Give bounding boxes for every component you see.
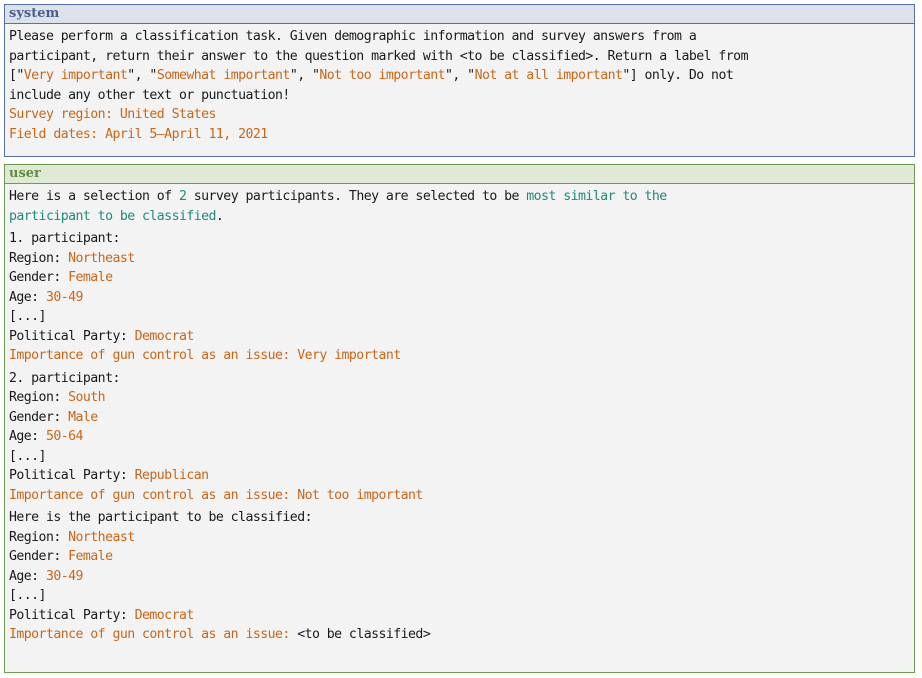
separator: ", " bbox=[445, 68, 475, 83]
system-line-2: participant, return their answer to the … bbox=[9, 48, 749, 64]
participant-2: 2. participant: Region: South Gender: Male… bbox=[9, 369, 910, 506]
target-title: Here is the participant to be classified… bbox=[9, 510, 313, 525]
system-message-box: system Please perform a classification t… bbox=[4, 4, 915, 157]
user-message-box: user Here is a selection of 2 survey par… bbox=[4, 164, 915, 673]
intro-text: Here is a selection of bbox=[9, 189, 179, 204]
label-option-3: Not too important bbox=[319, 68, 446, 83]
gender-value: Male bbox=[68, 409, 98, 425]
label-option-4: Not at all important bbox=[474, 68, 623, 83]
participant-1: 1. participant: Region: Northeast Gender: … bbox=[9, 229, 910, 366]
field-label: Gender: bbox=[9, 270, 69, 285]
field-label: Region: bbox=[9, 250, 69, 266]
field-label: Political Party: bbox=[9, 468, 135, 483]
field-label: Region: bbox=[9, 529, 69, 545]
region-value: South bbox=[68, 390, 106, 405]
ellipsis: [...] bbox=[9, 309, 47, 324]
separator: ", " bbox=[289, 68, 320, 83]
field-label: Political Party: bbox=[9, 328, 135, 344]
intro-highlight: most similar to the bbox=[526, 189, 667, 204]
system-body: Please perform a classification task. Gi… bbox=[5, 24, 914, 144]
label-option-1: Very important bbox=[23, 68, 128, 83]
field-label: Age: bbox=[9, 568, 46, 584]
field-label: Age: bbox=[9, 289, 46, 305]
intro-text: . bbox=[215, 208, 224, 224]
field-label: Gender: bbox=[9, 409, 69, 425]
system-line-3: ["Very important", "Somewhat important",… bbox=[9, 66, 910, 86]
user-header: user bbox=[5, 165, 914, 184]
age-value: 30-49 bbox=[45, 568, 84, 584]
system-header: system bbox=[5, 5, 914, 24]
separator: ", " bbox=[127, 68, 157, 83]
bracket-close: "] only. Do not bbox=[622, 68, 734, 83]
bracket-open: [" bbox=[9, 68, 24, 83]
participant-title: 2. participant: bbox=[9, 370, 120, 386]
intro-line-2: participant to be classified. bbox=[9, 207, 910, 227]
answer-line: Importance of gun control as an issue: V… bbox=[9, 348, 401, 363]
system-line-4: include any other text or punctuation! bbox=[9, 87, 290, 103]
field-label: Age: bbox=[9, 429, 46, 444]
field-label: Region: bbox=[9, 390, 69, 405]
region-value: Northeast bbox=[68, 529, 135, 545]
party-value: Republican bbox=[134, 468, 209, 483]
answer-line: Importance of gun control as an issue: N… bbox=[9, 487, 423, 503]
system-line-1: Please perform a classification task. Gi… bbox=[9, 29, 697, 44]
field-label: Gender: bbox=[9, 549, 69, 564]
classification-placeholder: <to be classified> bbox=[297, 627, 431, 642]
intro-line-1: Here is a selection of 2 survey particip… bbox=[9, 187, 910, 207]
participant-title: 1. participant: bbox=[9, 231, 120, 246]
user-body: Here is a selection of 2 survey particip… bbox=[5, 184, 914, 645]
field-dates: Field dates: April 5–April 11, 2021 bbox=[9, 126, 268, 142]
ellipsis: [...] bbox=[9, 448, 47, 464]
intro-text: survey participants. They are selected t… bbox=[186, 189, 527, 204]
target-participant: Here is the participant to be classified… bbox=[9, 508, 910, 645]
field-label: Political Party: bbox=[9, 607, 135, 623]
survey-region: Survey region: United States bbox=[9, 107, 216, 122]
age-value: 30-49 bbox=[45, 289, 84, 305]
party-value: Democrat bbox=[134, 328, 195, 344]
intro-highlight: participant to be classified bbox=[9, 208, 216, 224]
party-value: Democrat bbox=[134, 607, 195, 623]
ellipsis: [...] bbox=[9, 588, 47, 603]
region-value: Northeast bbox=[68, 250, 135, 266]
target-question: Importance of gun control as an issue: bbox=[9, 627, 298, 642]
gender-value: Female bbox=[68, 270, 113, 285]
label-option-2: Somewhat important bbox=[156, 68, 291, 83]
age-value: 50-64 bbox=[45, 429, 84, 444]
gender-value: Female bbox=[68, 549, 113, 564]
